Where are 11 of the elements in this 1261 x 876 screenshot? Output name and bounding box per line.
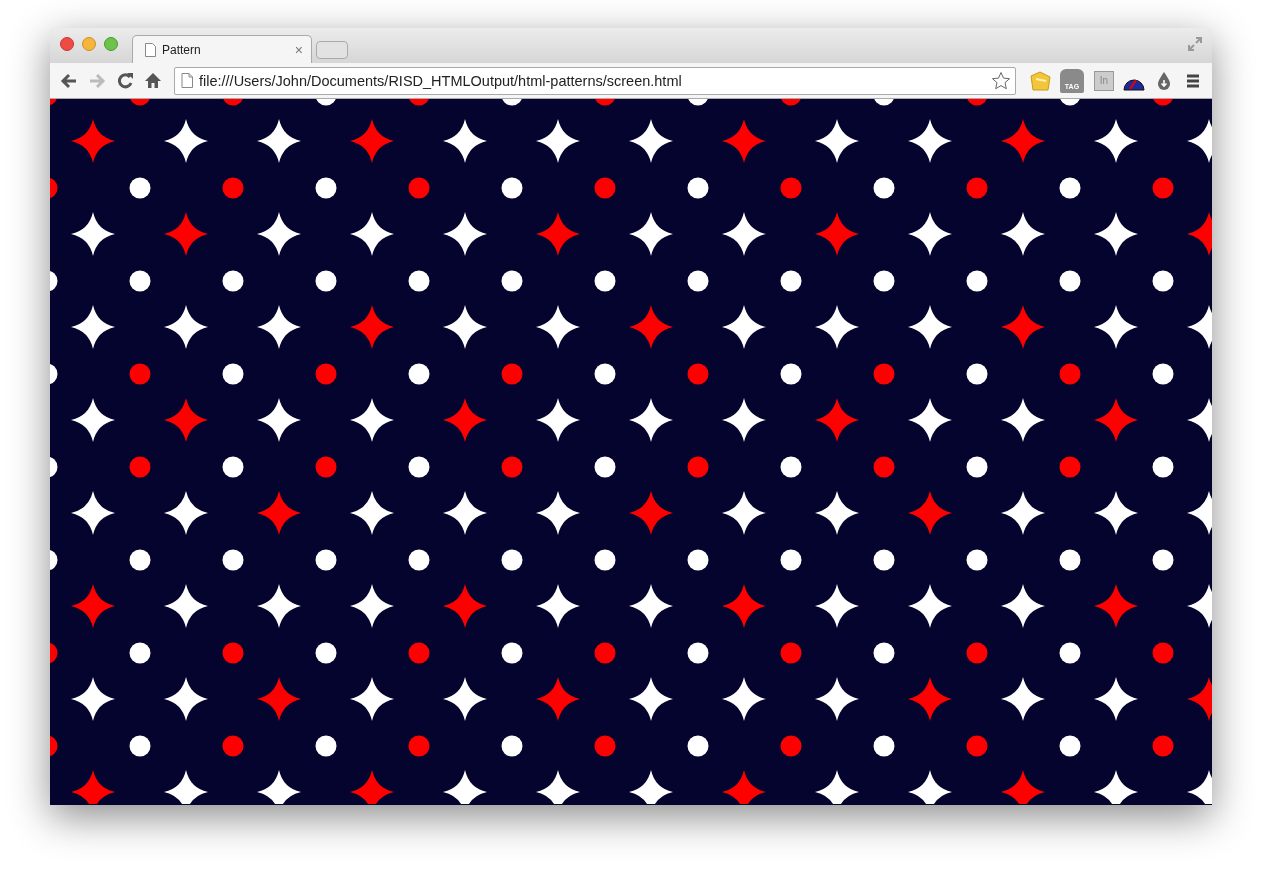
address-bar[interactable]: file:///Users/John/Documents/RISD_HTMLOutput/html-patterns/screen.html xyxy=(174,66,1016,95)
zoom-window-button[interactable] xyxy=(104,36,118,51)
url-text: file:///Users/John/Documents/RISD_HTMLOutput/html-patterns/screen.html xyxy=(199,72,683,89)
close-tab-button[interactable]: × xyxy=(294,41,303,58)
extension-icon[interactable]: In xyxy=(1094,70,1114,91)
page-icon xyxy=(181,73,193,88)
close-window-button[interactable] xyxy=(60,36,74,51)
page-icon xyxy=(145,42,156,57)
browser-tab[interactable]: Pattern × xyxy=(132,35,312,63)
tab-title: Pattern xyxy=(162,42,202,57)
star-icon[interactable] xyxy=(991,70,1011,91)
